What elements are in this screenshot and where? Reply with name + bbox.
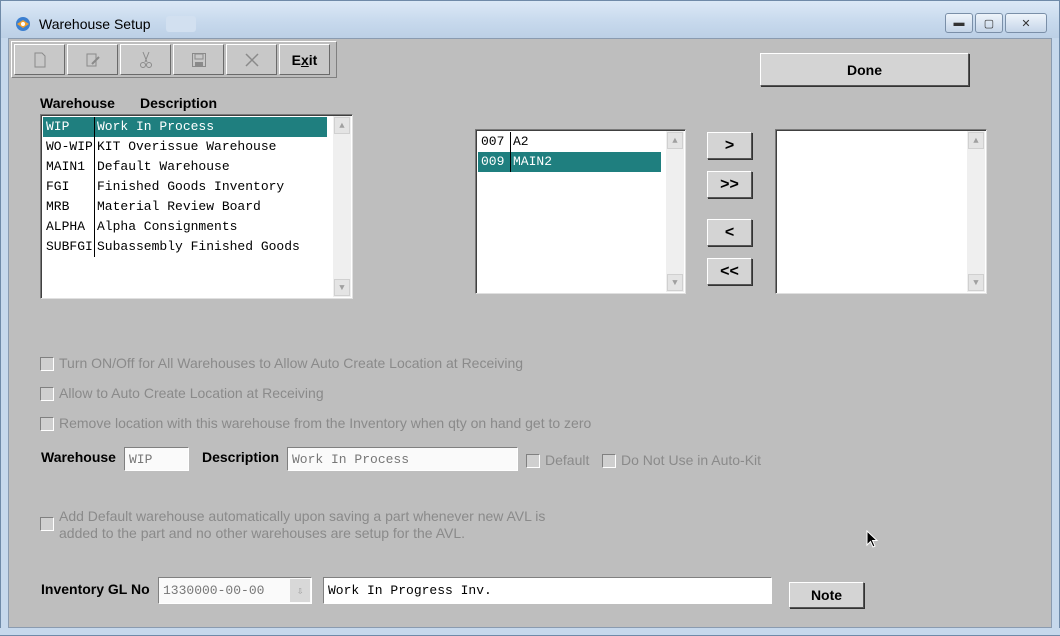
selected-warehouse-list[interactable]: ▲ ▼: [775, 129, 987, 294]
scroll-up-icon[interactable]: ▲: [667, 132, 683, 149]
available-warehouse-row[interactable]: 007 A2: [478, 132, 661, 152]
note-button[interactable]: Note: [789, 582, 864, 608]
warehouse-code: MRB: [43, 197, 95, 217]
save-icon: [191, 52, 206, 67]
gl-description-field[interactable]: Work In Progress Inv.: [323, 577, 772, 604]
minimize-icon: ▬: [953, 17, 965, 29]
warehouse-description: Material Review Board: [97, 199, 261, 214]
description-field-label: Description: [202, 449, 280, 465]
edit-button[interactable]: [67, 44, 118, 75]
warehouse-row[interactable]: MRB Material Review Board: [43, 197, 327, 217]
available-warehouse-description: MAIN2: [511, 152, 661, 172]
selected-list-scrollbar[interactable]: ▲ ▼: [967, 131, 985, 292]
close-icon: ✕: [1021, 17, 1031, 30]
warehouse-description: Default Warehouse: [97, 159, 230, 174]
maximize-icon: ▢: [983, 17, 995, 30]
scissors-icon: [139, 51, 152, 68]
available-warehouse-code: 007: [478, 132, 511, 152]
warehouse-description: Work In Process: [95, 117, 327, 137]
warehouse-column-header: Warehouse: [40, 95, 115, 111]
warehouse-row[interactable]: WIP Work In Process: [43, 117, 327, 137]
warehouse-code: MAIN1: [43, 157, 95, 177]
warehouse-code: ALPHA: [43, 217, 95, 237]
available-warehouse-description: A2: [513, 134, 529, 149]
remove-location-option[interactable]: Remove location with this warehouse from…: [40, 415, 591, 431]
all-auto-create-checkbox[interactable]: [40, 357, 54, 371]
new-document-icon: [34, 52, 45, 67]
remove-location-checkbox[interactable]: [40, 417, 54, 431]
exit-button[interactable]: Exit: [279, 44, 330, 75]
description-column-header: Description: [140, 95, 218, 111]
add-default-warehouse-checkbox[interactable]: [40, 517, 54, 531]
warehouse-list[interactable]: SUBFGI Subassembly Finished Goods ALPHA Alp…: [40, 114, 353, 299]
add-default-line2: added to the part and no other warehouse…: [59, 525, 466, 541]
title-bar: Warehouse Setup ▬ ▢ ✕: [0, 0, 1060, 38]
delete-button[interactable]: [226, 44, 277, 75]
warehouse-field-label: Warehouse: [41, 449, 116, 465]
warehouse-row[interactable]: SUBFGI Subassembly Finished Goods: [43, 237, 327, 257]
minimize-button[interactable]: ▬: [945, 13, 973, 33]
add-all-button[interactable]: >>: [707, 171, 752, 198]
new-button[interactable]: [14, 44, 65, 75]
done-button[interactable]: Done: [760, 53, 969, 86]
auto-create-option[interactable]: Allow to Auto Create Location at Receivi…: [40, 385, 324, 401]
all-auto-create-option[interactable]: Turn ON/Off for All Warehouses to Allow …: [40, 355, 523, 371]
inventory-gl-field[interactable]: 1330000-00-00 ⇩: [158, 577, 312, 604]
cut-button[interactable]: [120, 44, 171, 75]
save-button[interactable]: [173, 44, 224, 75]
add-default-line1: Add Default warehouse automatically upon…: [59, 508, 546, 524]
available-list-scrollbar[interactable]: ▲ ▼: [666, 131, 684, 292]
auto-create-checkbox[interactable]: [40, 387, 54, 401]
description-field[interactable]: Work In Process: [287, 447, 518, 471]
warehouse-code-field[interactable]: WIP: [124, 447, 189, 471]
warehouse-code: WIP: [43, 117, 95, 137]
scroll-up-icon[interactable]: ▲: [968, 132, 984, 149]
add-default-warehouse-option[interactable]: Add Default warehouse automatically upon…: [40, 508, 545, 542]
warehouse-list-scrollbar[interactable]: ▲ ▼: [333, 116, 351, 297]
default-checkbox[interactable]: [526, 454, 540, 468]
window-frame-left: [0, 38, 8, 636]
warehouse-code: SUBFGI: [43, 237, 95, 257]
scroll-down-icon[interactable]: ▼: [334, 279, 350, 296]
warehouse-row[interactable]: WO-WIP KIT Overissue Warehouse: [43, 137, 327, 157]
default-option[interactable]: Default: [526, 452, 589, 468]
warehouse-description: Alpha Consignments: [97, 219, 238, 234]
delete-x-icon: [244, 52, 259, 67]
exit-label: Exit: [291, 51, 318, 68]
no-autokit-option[interactable]: Do Not Use in Auto-Kit: [602, 452, 761, 468]
add-one-button[interactable]: >: [707, 132, 752, 159]
available-warehouse-code: 009: [478, 152, 511, 172]
toolbar: Exit: [11, 41, 337, 78]
window-frame-bottom: [0, 628, 1060, 636]
mouse-cursor-icon: [866, 530, 879, 548]
window-title: Warehouse Setup: [39, 16, 151, 32]
gl-lookup-arrow-icon[interactable]: ⇩: [290, 579, 310, 602]
warehouse-description: Finished Goods Inventory: [97, 179, 285, 194]
remove-all-button[interactable]: <<: [707, 258, 752, 285]
warehouse-row[interactable]: ALPHA Alpha Consignments: [43, 217, 327, 237]
warehouse-row[interactable]: MAIN1 Default Warehouse: [43, 157, 327, 177]
maximize-button[interactable]: ▢: [975, 13, 1003, 33]
warehouse-description: KIT Overissue Warehouse: [97, 139, 277, 154]
no-autokit-checkbox[interactable]: [602, 454, 616, 468]
close-button[interactable]: ✕: [1005, 13, 1047, 33]
window-frame-right: [1052, 38, 1060, 636]
warehouse-code: WO-WIP: [43, 137, 95, 157]
available-warehouse-row[interactable]: 009 MAIN2: [478, 152, 661, 172]
warehouse-row[interactable]: FGI Finished Goods Inventory: [43, 177, 327, 197]
edit-icon: [86, 53, 100, 66]
scroll-down-icon[interactable]: ▼: [968, 274, 984, 291]
scroll-down-icon[interactable]: ▼: [667, 274, 683, 291]
warehouse-code: FGI: [43, 177, 95, 197]
inventory-gl-label: Inventory GL No: [41, 581, 150, 597]
scroll-up-icon[interactable]: ▲: [334, 117, 350, 134]
app-icon: [16, 17, 30, 31]
remove-one-button[interactable]: <: [707, 219, 752, 246]
warehouse-description: Subassembly Finished Goods: [97, 239, 300, 254]
available-warehouse-list[interactable]: 009 MAIN2 007 A2 ▲ ▼: [475, 129, 686, 294]
title-redacted: [166, 16, 196, 32]
